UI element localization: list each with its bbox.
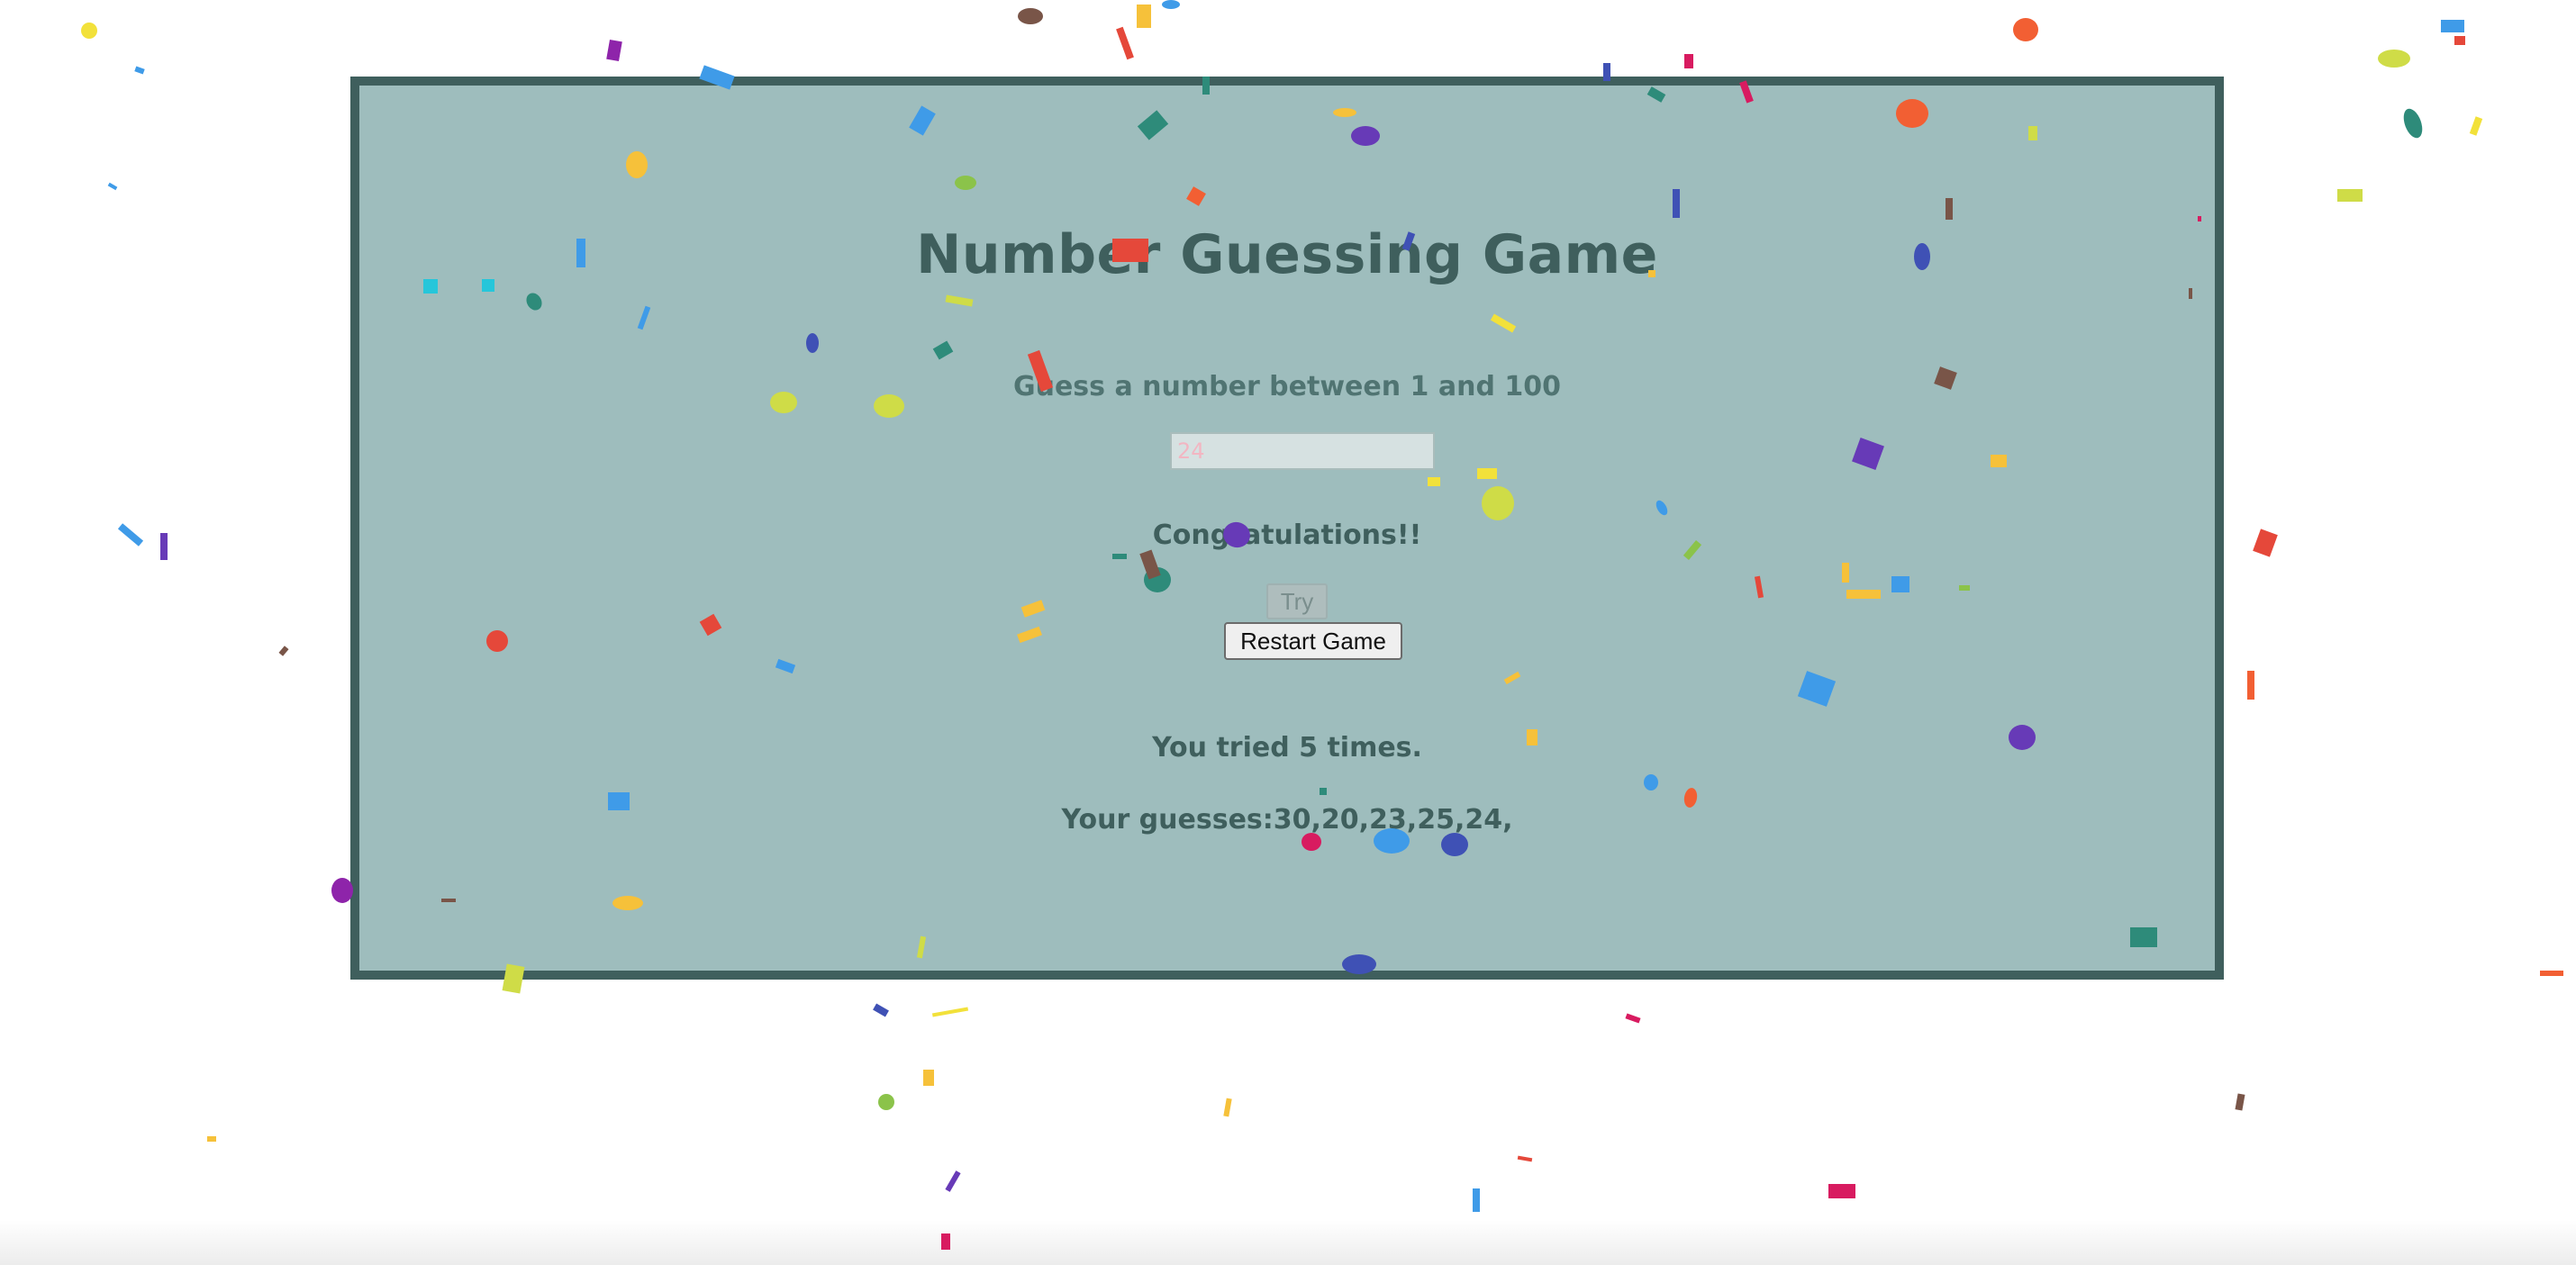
confetti-piece [107,182,118,191]
confetti-piece [2469,116,2483,136]
confetti-piece [2441,20,2464,32]
confetti-piece [2013,18,2038,41]
confetti-piece [1018,8,1043,24]
confetti-piece [945,1170,961,1192]
confetti-piece [1116,26,1134,60]
confetti-piece [873,1003,889,1017]
confetti-piece [2399,105,2426,141]
confetti-piece [2540,971,2563,976]
tries-count: You tried 5 times. [1152,732,1422,764]
try-button[interactable]: Try [1266,583,1328,619]
confetti-piece [1517,1155,1533,1162]
confetti-piece [2253,529,2278,557]
confetti-piece [606,39,622,62]
game-panel: Number Guessing Game Guess a number betw… [350,77,2224,980]
confetti-piece [1223,1098,1232,1117]
confetti-piece [207,1136,216,1142]
confetti-piece [2235,1093,2245,1111]
page-background: Number Guessing Game Guess a number betw… [0,0,2576,1265]
confetti-piece [1625,1013,1641,1024]
confetti-piece [117,523,144,547]
confetti-piece [1473,1188,1480,1212]
confetti-piece [923,1070,934,1086]
confetti-piece [931,1007,969,1017]
confetti-piece [2378,50,2410,68]
confetti-piece [81,23,97,39]
bottom-shade [0,1220,2576,1265]
confetti-piece [2247,671,2254,700]
confetti-piece [1684,54,1693,68]
result-message: Congratulations!! [1152,520,1422,551]
confetti-piece [278,646,289,656]
confetti-piece [1137,5,1151,28]
game-title: Number Guessing Game [916,223,1658,286]
confetti-piece [2337,189,2363,202]
guess-input[interactable] [1170,432,1435,470]
guesses-list: Your guesses:30,20,23,25,24, [1061,804,1513,836]
confetti-piece [878,1094,894,1110]
confetti-piece [160,533,168,560]
confetti-piece [1162,0,1180,9]
instructions-text: Guess a number between 1 and 100 [1012,371,1562,402]
confetti-piece [1828,1184,1855,1198]
confetti-piece [134,66,145,75]
confetti-piece [2454,36,2465,45]
restart-game-button[interactable]: Restart Game [1224,622,1402,660]
